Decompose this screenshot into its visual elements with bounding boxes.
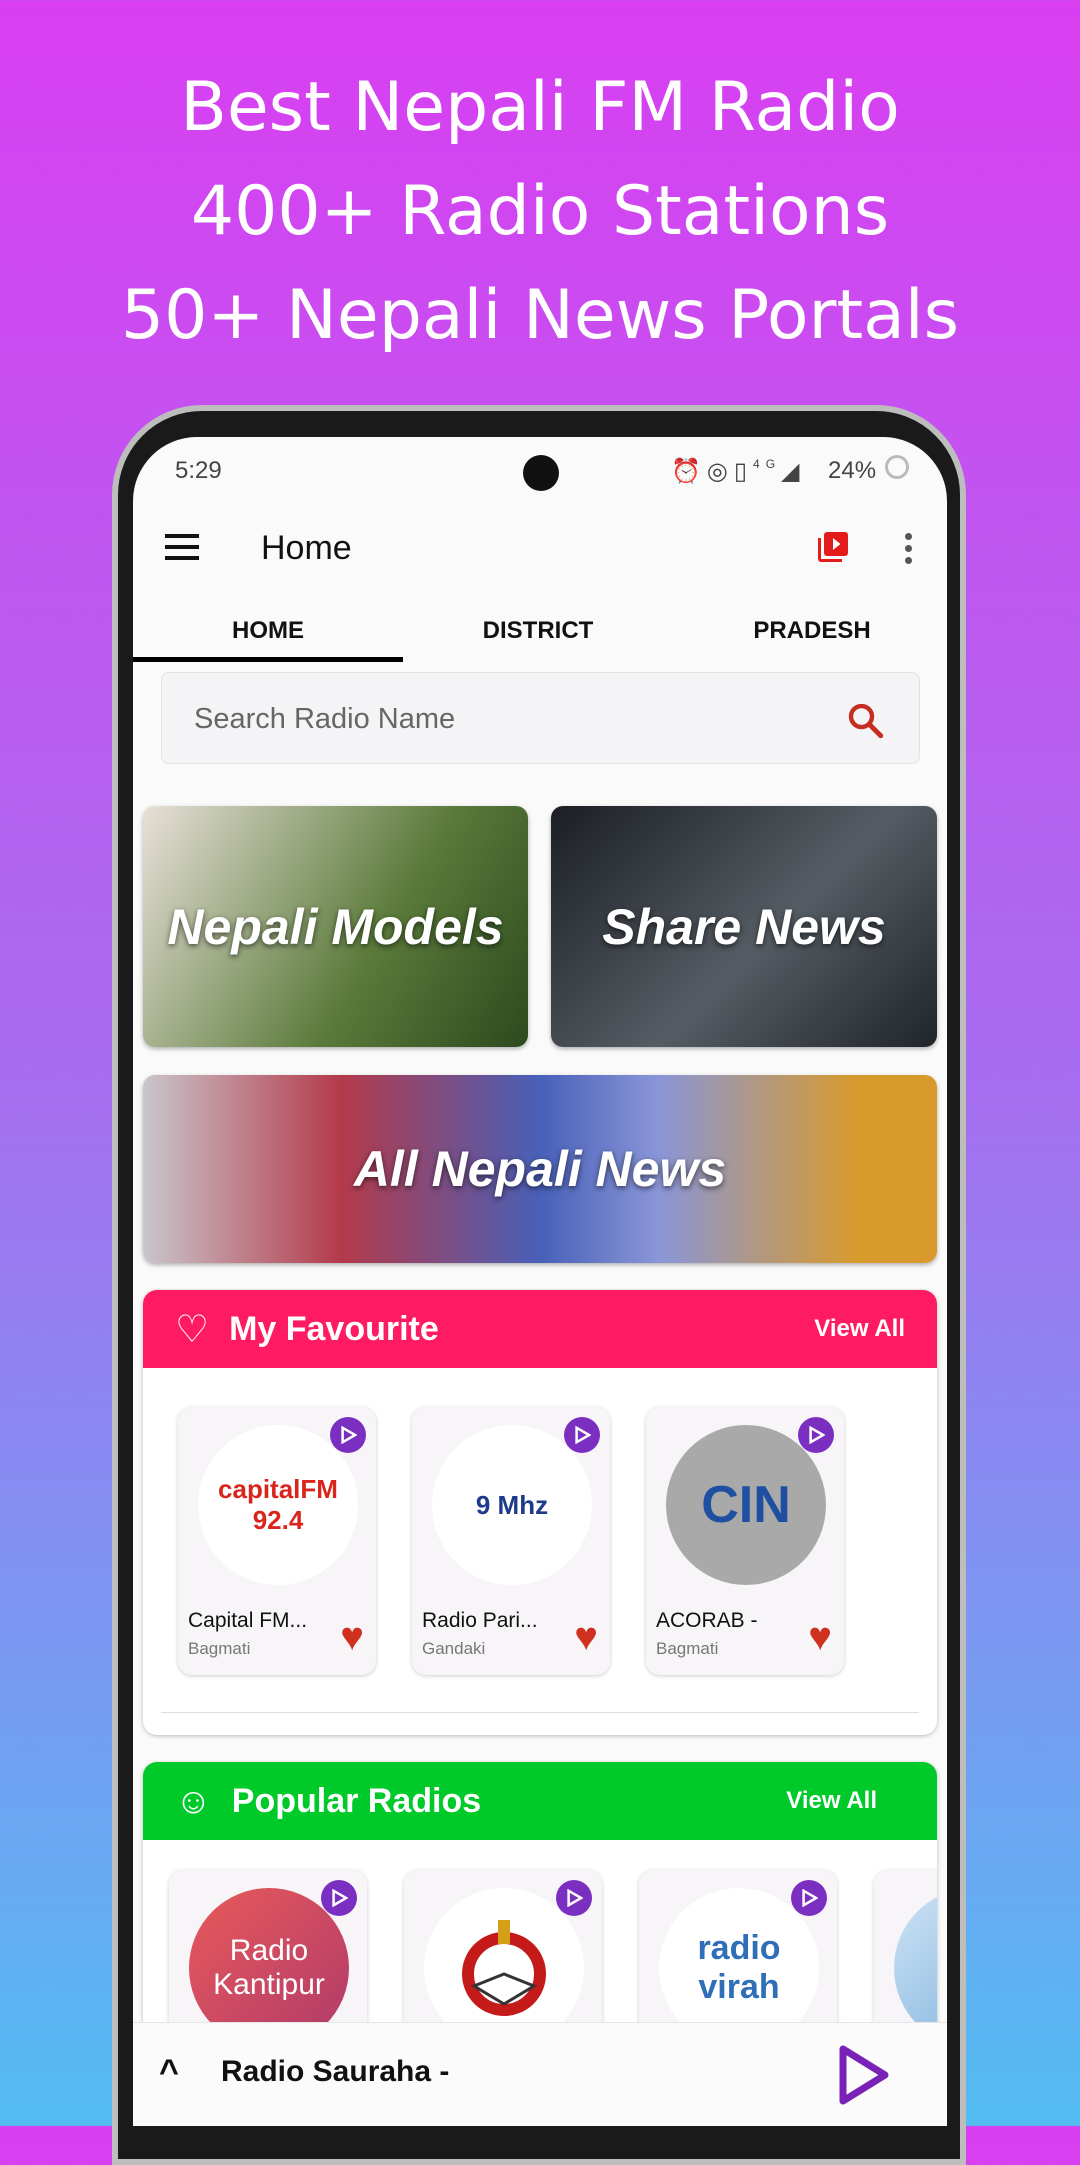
station-name: ACORAB - <box>656 1609 758 1632</box>
station-name: Capital FM... <box>188 1609 308 1632</box>
favourites-view-all-link[interactable]: View All <box>814 1315 905 1343</box>
promo-line-1: Best Nepali FM Radio <box>180 68 900 147</box>
network-type: 4G <box>753 457 782 471</box>
station-province: Bagmati <box>188 1639 251 1658</box>
popular-view-all-link[interactable]: View All <box>786 1787 877 1815</box>
expand-chevron-up-icon[interactable]: ^ <box>159 2053 179 2092</box>
play-icon[interactable] <box>330 1417 366 1453</box>
video-playlist-icon[interactable] <box>815 529 851 565</box>
battery-ring-icon <box>885 455 909 479</box>
heart-filled-icon[interactable]: ♥ <box>808 1617 832 1657</box>
favourite-item[interactable]: capitalFM 92.4 Capital FM... Bagmati ♥ <box>178 1407 376 1675</box>
battery-level: 24% <box>828 457 877 484</box>
promo-line-2: 400+ Radio Stations <box>190 172 890 251</box>
smiley-icon: ☺ <box>175 1780 212 1821</box>
play-icon[interactable] <box>798 1417 834 1453</box>
search-icon[interactable] <box>844 699 886 741</box>
section-title: Popular Radios <box>231 1781 482 1820</box>
favourites-header: ♡ My Favourite View All <box>143 1290 937 1368</box>
page-title: Home <box>261 529 352 567</box>
more-options-icon[interactable] <box>905 533 913 564</box>
station-name: Radio Pari... <box>422 1609 538 1632</box>
station-province: Gandaki <box>422 1639 486 1658</box>
banner-all-nepali-news[interactable]: All Nepali News <box>143 1075 937 1263</box>
station-logo: 9 Mhz <box>432 1425 592 1585</box>
status-icons: ⏰◎▯4G◢ <box>671 457 806 485</box>
tab-home[interactable]: HOME <box>133 617 403 645</box>
search-field[interactable]: Search Radio Name <box>161 672 920 764</box>
banner-label: Share News <box>602 898 886 955</box>
banner-label: All Nepali News <box>353 1141 727 1197</box>
tab-indicator <box>133 657 403 662</box>
promo-line-3: 50+ Nepali News Portals <box>120 276 960 355</box>
banner-nepali-models[interactable]: Nepali Models <box>143 806 528 1047</box>
heart-outline-icon: ♡ <box>175 1308 210 1351</box>
divider <box>161 1712 919 1713</box>
station-logo: CIN <box>666 1425 826 1585</box>
play-icon[interactable] <box>564 1417 600 1453</box>
status-time: 5:29 <box>175 457 222 484</box>
play-icon[interactable] <box>321 1880 357 1916</box>
station-province: Bagmati <box>656 1639 719 1658</box>
camera-cutout <box>523 455 559 491</box>
mini-player[interactable]: ^ Radio Sauraha - <box>133 2022 947 2126</box>
play-icon[interactable] <box>556 1880 592 1916</box>
heart-filled-icon[interactable]: ♥ <box>574 1617 598 1657</box>
favourites-section: ♡ My Favourite View All capitalFM 92.4 C… <box>143 1290 937 1735</box>
popular-header: ☺ Popular Radios View All <box>143 1762 937 1840</box>
banner-share-news[interactable]: Share News <box>551 806 937 1047</box>
favourite-item[interactable]: 9 Mhz Radio Pari... Gandaki ♥ <box>412 1407 610 1675</box>
play-icon[interactable] <box>791 1880 827 1916</box>
now-playing-station: Radio Sauraha - <box>221 2055 450 2088</box>
tab-district[interactable]: DISTRICT <box>403 617 673 645</box>
favourite-item[interactable]: CIN ACORAB - Bagmati ♥ <box>646 1407 844 1675</box>
section-title: My Favourite <box>229 1309 439 1348</box>
tab-pradesh[interactable]: PRADESH <box>677 617 947 645</box>
menu-icon[interactable] <box>165 534 199 560</box>
banner-label: Nepali Models <box>167 898 504 955</box>
search-input[interactable]: Search Radio Name <box>194 703 455 736</box>
play-icon[interactable] <box>833 2043 893 2107</box>
station-logo: capitalFM 92.4 <box>198 1425 358 1585</box>
heart-filled-icon[interactable]: ♥ <box>340 1617 364 1657</box>
app-screen: 5:29 ⏰◎▯4G◢ 24% Home HOME DISTRICT PRADE… <box>133 437 947 2126</box>
